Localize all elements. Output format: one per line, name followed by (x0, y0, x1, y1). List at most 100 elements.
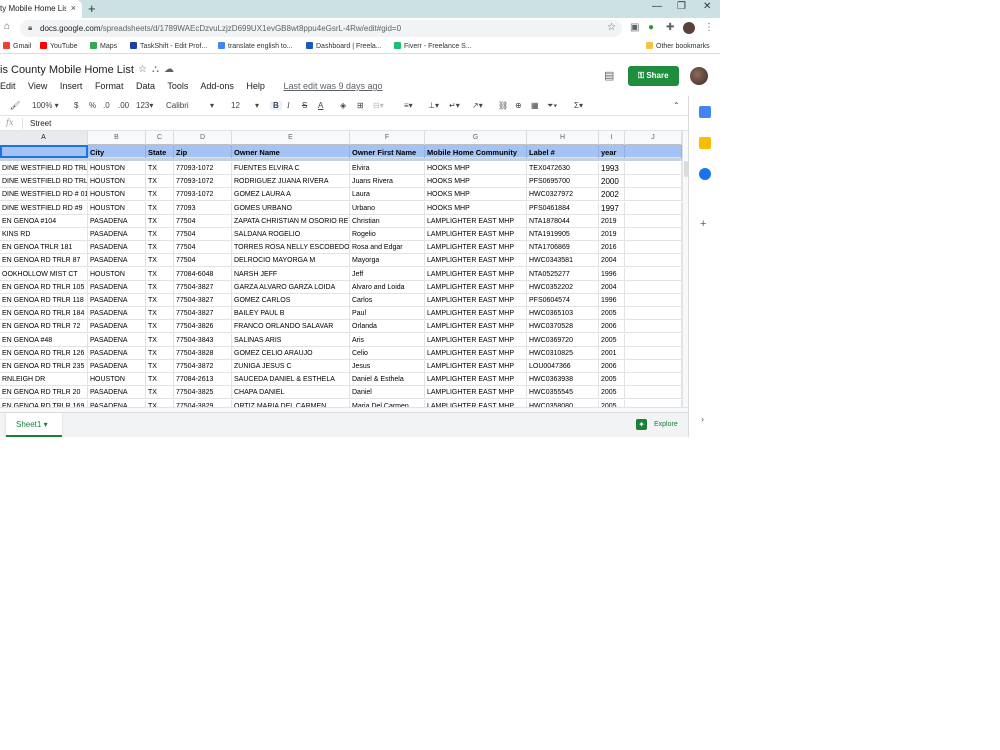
grid-cell[interactable]: DINE WESTFIELD RD #9 (0, 201, 88, 215)
grid-cell[interactable]: Jesus (350, 360, 425, 373)
grid-cell[interactable]: 77504-3827 (174, 280, 232, 294)
font-size-dropdown-icon[interactable]: ▾ (255, 101, 259, 110)
grid-cell[interactable]: ZUNIGA JESUS C (232, 360, 350, 373)
close-window-icon[interactable]: ✕ (703, 1, 711, 12)
grid-cell[interactable]: ZAPATA CHRISTIAN M OSORIO RE (232, 214, 350, 228)
grid-cell[interactable]: LAMPLIGHTER EAST MHP (425, 373, 527, 387)
grid-cell[interactable]: LAMPLIGHTER EAST MHP (425, 307, 527, 321)
grid-cell[interactable]: PASADENA (88, 228, 146, 241)
grid-cell[interactable]: PASADENA (88, 320, 146, 334)
grid-cell[interactable]: TX (146, 320, 174, 334)
grid-cell[interactable]: DINE WESTFIELD RD TRLR (0, 175, 88, 189)
grid-cell[interactable]: 77093-1072 (174, 175, 232, 189)
puzzle-icon[interactable]: ✚ (666, 22, 674, 33)
grid-cell[interactable] (625, 175, 682, 189)
comment-icon[interactable]: ▤ (604, 69, 614, 82)
menu-help[interactable]: Help (246, 81, 265, 91)
expand-panel-icon[interactable]: › (701, 414, 704, 424)
grid-cell[interactable]: TX (146, 254, 174, 268)
grid-cell[interactable]: HWC0352202 (527, 280, 599, 294)
grid-cell[interactable] (625, 373, 682, 387)
grid-cell[interactable]: 77504-3843 (174, 333, 232, 347)
grid-cell[interactable]: LAMPLIGHTER EAST MHP (425, 320, 527, 334)
grid-cell[interactable]: 2002 (599, 188, 625, 202)
grid-cell[interactable]: HOUSTON (88, 188, 146, 202)
grid-cell[interactable]: HOUSTON (88, 162, 146, 175)
grid-cell[interactable] (625, 360, 682, 373)
grid-cell[interactable]: PASADENA (88, 399, 146, 407)
bold-button[interactable]: B (270, 101, 282, 110)
grid-cell[interactable]: GOMEZ CARLOS (232, 294, 350, 307)
column-header-j[interactable]: J (625, 131, 682, 145)
grid-cell[interactable]: TX (146, 280, 174, 294)
browser-menu-icon[interactable]: ⋮ (704, 22, 714, 33)
header-cell[interactable] (625, 145, 682, 158)
grid-cell[interactable]: 2005 (599, 386, 625, 400)
grid-cell[interactable]: 2019 (599, 228, 625, 241)
grid-cell[interactable]: LAMPLIGHTER EAST MHP (425, 228, 527, 241)
grid-cell[interactable]: 77504-3827 (174, 294, 232, 307)
text-color-button[interactable]: A (318, 101, 323, 110)
more-formats-select[interactable]: 123▾ (136, 101, 153, 110)
formula-input[interactable]: Street (30, 119, 51, 128)
grid-cell[interactable]: LAMPLIGHTER EAST MHP (425, 360, 527, 373)
horizontal-align-icon[interactable]: ≡▾ (404, 101, 413, 110)
grid-cell[interactable]: TX (146, 162, 174, 175)
column-header-g[interactable]: G (425, 131, 527, 145)
grid-cell[interactable]: Daniel (350, 386, 425, 400)
decrease-decimal-button[interactable]: .0 (103, 101, 110, 110)
italic-button[interactable]: I (287, 101, 290, 110)
header-cell[interactable]: Owner First Name (350, 145, 425, 158)
grid-cell[interactable] (625, 294, 682, 307)
other-bookmarks[interactable]: Other bookmarks (646, 42, 710, 50)
grid-cell[interactable]: TX (146, 201, 174, 215)
bookmark-maps[interactable]: Maps (90, 42, 117, 50)
grid-cell[interactable]: RNLEIGH DR (0, 373, 88, 387)
cloud-status-icon[interactable]: ☁ (164, 64, 179, 75)
grid-cell[interactable]: LAMPLIGHTER EAST MHP (425, 386, 527, 400)
grid-cell[interactable] (625, 399, 682, 407)
grid-cell[interactable]: TX (146, 241, 174, 255)
grid-cell[interactable]: TX (146, 333, 174, 347)
add-addon-icon[interactable]: + (700, 218, 706, 230)
grid-cell[interactable]: HWC0355545 (527, 386, 599, 400)
grid-cell[interactable]: 2004 (599, 280, 625, 294)
extension-icon-1[interactable]: ▣ (630, 22, 639, 33)
grid-cell[interactable] (625, 214, 682, 228)
grid-cell[interactable]: SALINAS ARIS (232, 333, 350, 347)
column-header-d[interactable]: D (174, 131, 232, 145)
borders-icon[interactable]: ⊞ (357, 101, 364, 110)
grid-cell[interactable]: 77504 (174, 254, 232, 268)
grid-cell[interactable]: PASADENA (88, 346, 146, 360)
tab-close-icon[interactable]: × (71, 3, 76, 13)
grid-cell[interactable]: GOMEZ LAURA A (232, 188, 350, 202)
grid-cell[interactable]: GOMEZ CELIO ARAUJO (232, 346, 350, 360)
grid-cell[interactable]: Rosa and Edgar (350, 241, 425, 255)
grid-cell[interactable]: SALDANA ROGELIO (232, 228, 350, 241)
grid-cell[interactable]: Daniel & Esthela (350, 373, 425, 387)
grid-cell[interactable]: Orlanda (350, 320, 425, 334)
column-header-a[interactable]: A (0, 131, 88, 145)
grid-cell[interactable]: DINE WESTFIELD RD # 01 (0, 188, 88, 202)
grid-cell[interactable]: Laura (350, 188, 425, 202)
font-dropdown-icon[interactable]: ▾ (210, 101, 214, 110)
grid-cell[interactable]: HWC0310825 (527, 346, 599, 360)
header-cell[interactable]: Zip (174, 145, 232, 158)
grid-cell[interactable]: 77504-3872 (174, 360, 232, 373)
grid-cell[interactable]: NTA0525277 (527, 267, 599, 281)
percent-button[interactable]: % (89, 101, 96, 110)
grid-cell[interactable]: Jeff (350, 267, 425, 281)
profile-avatar[interactable] (683, 22, 695, 34)
strikethrough-button[interactable]: S (302, 101, 307, 110)
grid-cell[interactable]: 2005 (599, 333, 625, 347)
grid-cell[interactable]: NTA1878044 (527, 214, 599, 228)
share-button[interactable]: ⚿ Share (628, 66, 679, 86)
grid-cell[interactable] (625, 307, 682, 321)
column-header-e[interactable]: E (232, 131, 350, 145)
calendar-icon[interactable] (699, 106, 711, 118)
grid-cell[interactable]: HOOKS MHP (425, 175, 527, 189)
grid-cell[interactable]: TX (146, 373, 174, 387)
home-icon[interactable]: ⌂ (4, 21, 10, 32)
grid-cell[interactable]: 77504-3826 (174, 320, 232, 334)
grid-cell[interactable]: 77504-3828 (174, 346, 232, 360)
